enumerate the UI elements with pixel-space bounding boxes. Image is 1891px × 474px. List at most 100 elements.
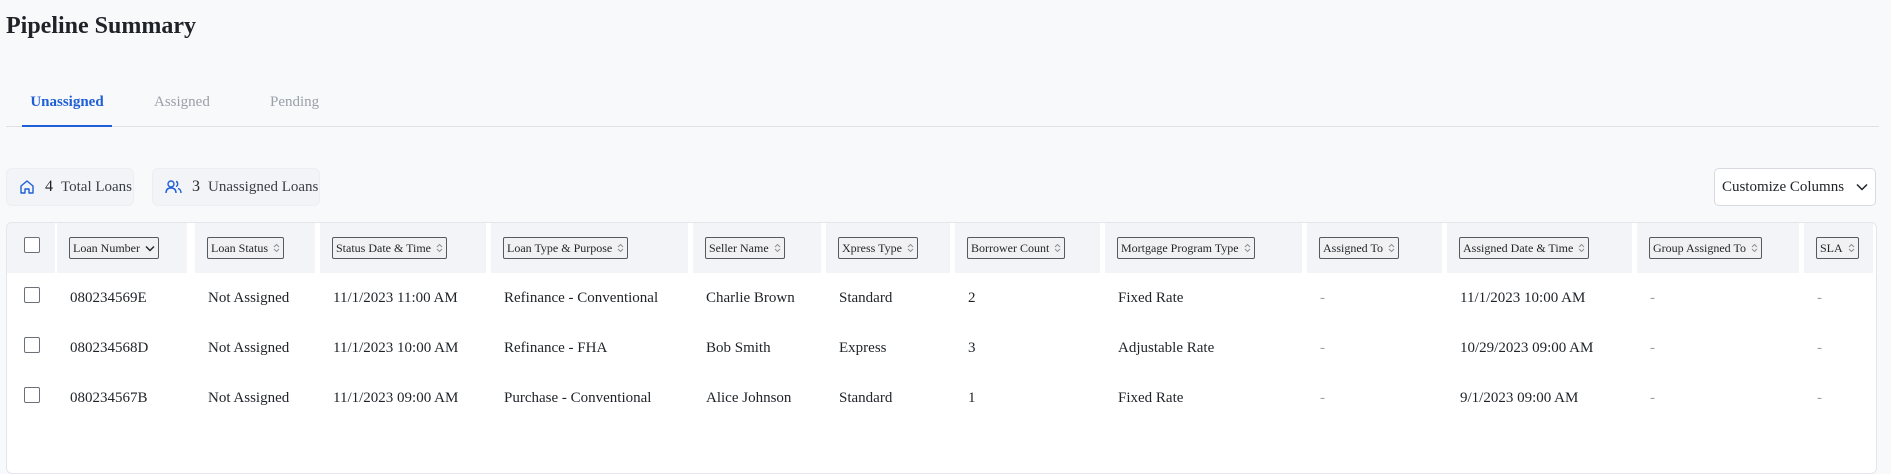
table-row[interactable]: 080234567B Not Assigned 11/1/2023 09:00 AM…	[7, 373, 1876, 423]
column-label: Status Date & Time	[336, 240, 432, 255]
cell-loan-number: 080234569E	[70, 290, 147, 306]
column-label: Group Assigned To	[1653, 240, 1746, 255]
header-select-cell	[7, 223, 55, 273]
sort-button-mortgage-program[interactable]: Mortgage Program Type	[1117, 237, 1255, 259]
sort-button-xpress-type[interactable]: Xpress Type	[838, 237, 918, 259]
select-all-checkbox[interactable]	[24, 237, 40, 253]
cell-loan-status: Not Assigned	[208, 340, 290, 356]
column-header-group-assigned-to: Group Assigned To	[1637, 223, 1799, 273]
total-loans-count: 4	[45, 178, 53, 195]
sort-button-loan-type[interactable]: Loan Type & Purpose	[503, 237, 629, 259]
chevron-down-icon	[145, 245, 155, 251]
cell-seller-name: Charlie Brown	[706, 290, 795, 306]
sort-icon	[907, 243, 914, 253]
page-title: Pipeline Summary	[6, 13, 196, 39]
sort-icon	[1751, 243, 1758, 253]
cell-assigned-datetime: 9/1/2023 09:00 AM	[1460, 390, 1579, 406]
sort-button-assigned-to[interactable]: Assigned To	[1319, 237, 1399, 259]
customize-columns-button[interactable]: Customize Columns	[1714, 168, 1876, 206]
column-label: Seller Name	[709, 240, 769, 255]
cell-loan-number: 080234567B	[70, 390, 148, 406]
cell-group-assigned-to: -	[1650, 390, 1655, 406]
sort-icon	[1848, 243, 1855, 253]
table-header: Loan Number Loan Status Status Date & Time…	[7, 223, 1876, 273]
sort-icon	[1054, 243, 1061, 253]
cell-loan-type: Refinance - Conventional	[504, 290, 659, 306]
sort-button-borrower-count[interactable]: Borrower Count	[967, 237, 1066, 259]
column-header-status-datetime: Status Date & Time	[320, 223, 486, 273]
cell-loan-type: Purchase - Conventional	[504, 390, 652, 406]
chevron-down-icon	[1856, 183, 1868, 191]
tab-unassigned[interactable]: Unassigned	[22, 82, 112, 127]
column-label: Mortgage Program Type	[1121, 240, 1239, 255]
cell-sla: -	[1817, 340, 1822, 356]
cell-status-datetime: 11/1/2023 11:00 AM	[333, 290, 458, 306]
cell-borrower-count: 2	[968, 290, 976, 306]
column-label: Loan Number	[73, 240, 140, 255]
column-header-seller-name: Seller Name	[693, 223, 821, 273]
sort-icon	[774, 243, 781, 253]
column-header-borrower-count: Borrower Count	[955, 223, 1100, 273]
unassigned-loans-label: Unassigned Loans	[208, 178, 319, 195]
row-checkbox[interactable]	[24, 337, 40, 353]
column-header-assigned-datetime: Assigned Date & Time	[1447, 223, 1632, 273]
table-row[interactable]: 080234569E Not Assigned 11/1/2023 11:00 AM…	[7, 273, 1876, 323]
cell-group-assigned-to: -	[1650, 340, 1655, 356]
cell-assigned-to: -	[1320, 390, 1325, 406]
cell-borrower-count: 1	[968, 390, 976, 406]
customize-columns-label: Customize Columns	[1721, 178, 1845, 195]
cell-loan-type: Refinance - FHA	[504, 340, 608, 356]
column-label: Assigned Date & Time	[1463, 240, 1574, 255]
sort-button-loan-number[interactable]: Loan Number	[69, 237, 159, 259]
tab-assigned[interactable]: Assigned	[154, 82, 210, 125]
cell-sla: -	[1817, 390, 1822, 406]
column-label: Loan Type & Purpose	[507, 240, 613, 255]
total-loans-card: 4 Total Loans	[6, 168, 134, 206]
column-header-mortgage-program: Mortgage Program Type	[1105, 223, 1302, 273]
table-row[interactable]: 080234568D Not Assigned 11/1/2023 10:00 AM…	[7, 323, 1876, 373]
row-checkbox[interactable]	[24, 387, 40, 403]
cell-loan-status: Not Assigned	[208, 390, 290, 406]
home-icon	[20, 180, 34, 194]
cell-seller-name: Bob Smith	[706, 340, 771, 356]
total-loans-label: Total Loans	[61, 178, 133, 195]
column-label: Borrower Count	[971, 240, 1050, 255]
cell-mortgage-program: Adjustable Rate	[1118, 340, 1215, 356]
column-label: SLA	[1820, 240, 1843, 255]
unassigned-loans-count: 3	[192, 178, 200, 195]
row-checkbox[interactable]	[24, 287, 40, 303]
column-label: Assigned To	[1323, 240, 1383, 255]
cell-sla: -	[1817, 290, 1822, 306]
cell-mortgage-program: Fixed Rate	[1118, 290, 1184, 306]
column-header-assigned-to: Assigned To	[1307, 223, 1442, 273]
column-header-sla: SLA	[1804, 223, 1873, 273]
users-icon	[165, 180, 182, 194]
column-header-loan-status: Loan Status	[195, 223, 315, 273]
cell-assigned-to: -	[1320, 290, 1325, 306]
column-header-xpress-type: Xpress Type	[826, 223, 950, 273]
sort-button-sla[interactable]: SLA	[1816, 237, 1859, 259]
sort-button-status-datetime[interactable]: Status Date & Time	[332, 237, 448, 259]
cell-xpress-type: Express	[839, 340, 887, 356]
cell-loan-number: 080234568D	[70, 340, 149, 356]
cell-group-assigned-to: -	[1650, 290, 1655, 306]
loans-table: Loan Number Loan Status Status Date & Time…	[6, 222, 1877, 474]
column-header-loan-type: Loan Type & Purpose	[491, 223, 688, 273]
cell-assigned-datetime: 11/1/2023 10:00 AM	[1460, 290, 1586, 306]
tab-bar: Unassigned Assigned Pending	[6, 82, 1879, 127]
cell-status-datetime: 11/1/2023 09:00 AM	[333, 390, 459, 406]
sort-icon	[1388, 243, 1395, 253]
sort-icon	[1578, 243, 1585, 253]
sort-button-assigned-datetime[interactable]: Assigned Date & Time	[1459, 237, 1590, 259]
cell-assigned-datetime: 10/29/2023 09:00 AM	[1460, 340, 1594, 356]
unassigned-loans-card: 3 Unassigned Loans	[152, 168, 320, 206]
sort-icon	[273, 243, 280, 253]
sort-icon	[1244, 243, 1250, 253]
tab-pending[interactable]: Pending	[270, 82, 319, 125]
sort-button-group-assigned-to[interactable]: Group Assigned To	[1649, 237, 1762, 259]
sort-icon	[617, 243, 624, 253]
sort-button-loan-status[interactable]: Loan Status	[207, 237, 284, 259]
column-label: Loan Status	[211, 240, 268, 255]
sort-button-seller-name[interactable]: Seller Name	[705, 237, 785, 259]
cell-xpress-type: Standard	[839, 390, 893, 406]
